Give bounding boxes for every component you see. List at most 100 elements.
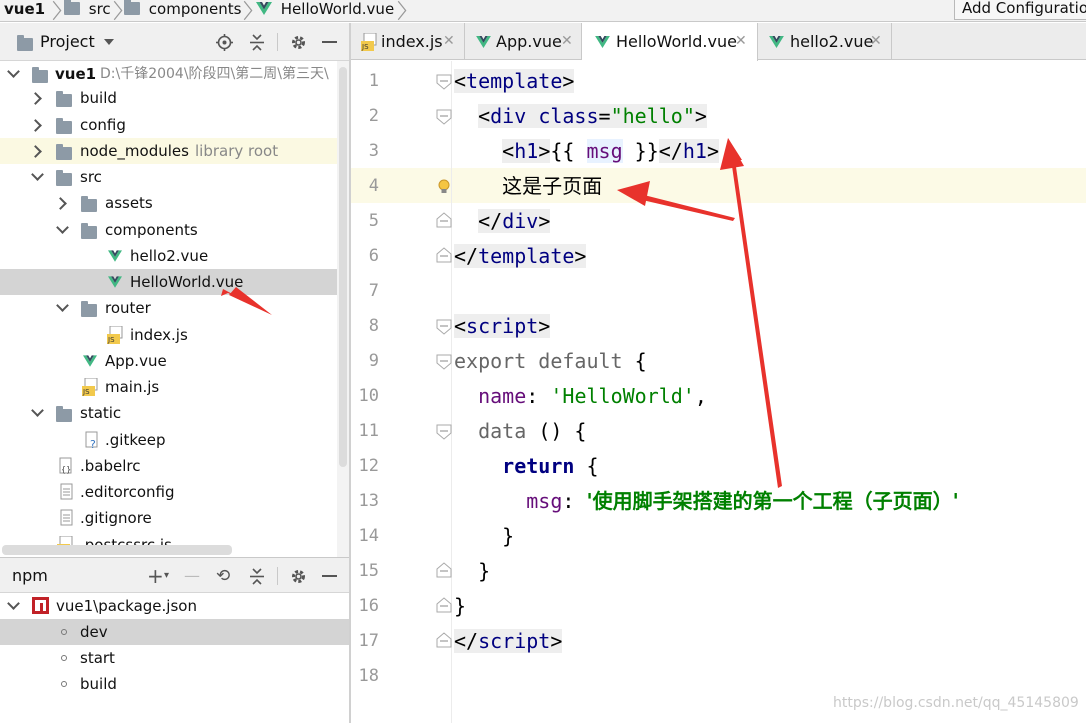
breadcrumb-item-vue1[interactable]: vue1 [4,0,45,21]
tree-item-label: assets [105,194,153,212]
npm-script-start[interactable]: start [0,645,349,671]
navigation-bar: vue1 src components HelloWorld.vue Add C… [0,0,1086,22]
fold-end-icon[interactable] [435,211,453,229]
add-configuration-button[interactable]: Add Configuratio [954,0,1086,20]
tree-row-hello2-vue[interactable]: hello2.vue [0,243,337,269]
code-token: h1 [682,139,707,163]
breadcrumb-item-src[interactable]: src [64,0,111,21]
folder-icon [81,196,97,212]
editor-tab-bar: JS index.js ✕ App.vue ✕ HelloWorld.vue ✕… [351,23,1086,61]
fold-collapse-icon[interactable] [435,318,453,336]
fold-collapse-icon[interactable] [435,108,453,126]
chevron-right-icon[interactable] [29,145,42,158]
code-editor[interactable]: 1 2 3 4 5 6 7 8 9 10 11 12 13 14 15 16 1… [351,61,1086,723]
tab-index-js[interactable]: JS index.js ✕ [351,23,465,60]
tree-row-gitkeep[interactable]: ? .gitkeep [0,427,337,453]
code-token: default [538,349,623,373]
add-icon[interactable]: + [147,558,164,594]
tab-hello2-vue[interactable]: hello2.vue ✕ [758,23,892,60]
breadcrumb-separator-icon [243,0,253,21]
code-line-5: </div> [478,209,551,233]
npm-script-dev[interactable]: dev [0,619,349,645]
fold-collapse-icon[interactable] [435,73,453,91]
tree-row-components[interactable]: components [0,217,337,243]
project-panel-title[interactable]: Project [40,23,95,61]
chevron-down-icon[interactable] [31,404,44,417]
text-file-icon [60,483,73,500]
svg-text:{}: {} [61,465,71,474]
folder-icon [64,0,80,15]
collapse-all-icon[interactable] [249,568,265,585]
dropdown-arrow-icon[interactable]: ▾ [164,558,169,594]
locate-file-icon[interactable] [216,34,233,51]
collapse-all-icon[interactable] [249,34,265,51]
chevron-right-icon[interactable] [29,119,42,132]
tree-root-label: vue1 [55,65,97,83]
breadcrumb-item-helloworld[interactable]: HelloWorld.vue [256,0,394,21]
code-line-6: </template> [454,244,587,268]
tree-row-babelrc[interactable]: {} .babelrc [0,453,337,479]
tree-item-label: .gitignore [80,509,152,527]
fold-end-icon[interactable] [435,596,453,614]
tree-row-main-js[interactable]: JS main.js [0,374,337,400]
chevron-right-icon[interactable] [54,197,67,210]
tree-row-router[interactable]: router [0,295,337,321]
dropdown-arrow-icon[interactable] [104,39,114,45]
code-line-3: <h1>{{ msg }}</h1> [502,139,719,163]
breadcrumb-item-components[interactable]: components [124,0,241,21]
npm-panel-header: npm + ▾ — ⟲ [0,557,349,593]
close-icon[interactable]: ✕ [870,23,882,60]
tree-row-node-modules[interactable]: node_modules library root [0,138,337,164]
npm-package-row[interactable]: vue1\package.json [0,593,349,619]
fold-end-icon[interactable] [435,246,453,264]
line-number: 5 [368,211,379,231]
folder-icon [56,91,72,107]
tab-helloworld-vue[interactable]: HelloWorld.vue ✕ [582,23,758,61]
tree-row-editorconfig[interactable]: .editorconfig [0,479,337,505]
close-icon[interactable]: ✕ [561,23,573,60]
tab-app-vue[interactable]: App.vue ✕ [465,23,582,60]
tree-row-assets[interactable]: assets [0,190,337,216]
project-folder-icon [17,35,33,51]
chevron-down-icon[interactable] [56,299,69,312]
lightbulb-icon[interactable] [435,178,453,196]
close-icon[interactable]: ✕ [443,23,455,60]
fold-end-icon[interactable] [435,631,453,649]
chevron-right-icon[interactable] [29,92,42,105]
toolbar-divider [277,567,278,585]
code-line-12: return { [502,454,599,478]
library-root-note: library root [195,142,279,160]
line-number: 11 [358,421,379,441]
tree-row-gitignore[interactable]: .gitignore [0,505,337,531]
close-icon[interactable]: ✕ [735,23,747,60]
chevron-down-icon[interactable] [56,221,69,234]
tree-row-src[interactable]: src [0,164,337,190]
refresh-icon[interactable]: ⟲ [216,558,230,594]
code-token: data [478,419,527,443]
fold-end-icon[interactable] [435,561,453,579]
code-token: h1 [514,139,539,163]
horizontal-scrollbar[interactable] [2,545,232,555]
scrollbar-thumb[interactable] [339,67,347,467]
minimize-icon[interactable] [322,575,337,577]
chevron-down-icon[interactable] [7,597,20,610]
npm-script-build[interactable]: build [0,671,349,697]
code-token: 'HelloWorld' [550,384,695,408]
fold-collapse-icon[interactable] [435,423,453,441]
tree-row-build[interactable]: build [0,85,337,111]
tree-row-helloworld-vue[interactable]: HelloWorld.vue [0,269,337,295]
gear-icon[interactable] [290,34,307,51]
chevron-down-icon[interactable] [31,168,44,181]
tree-row-static[interactable]: static [0,400,337,426]
tree-row-app-vue[interactable]: App.vue [0,348,337,374]
minimize-icon[interactable] [322,41,337,43]
vertical-scrollbar[interactable] [337,61,349,557]
fold-collapse-icon[interactable] [435,353,453,371]
tree-row-root[interactable]: vue1 D:\千锋2004\阶段四\第二周\第三天\ [0,61,337,87]
chevron-down-icon[interactable] [7,65,20,78]
code-token: "hello" [610,104,695,128]
tree-row-config[interactable]: config [0,112,337,138]
folder-icon [56,144,72,160]
gear-icon[interactable] [290,568,307,585]
tree-row-index-js[interactable]: JS index.js [0,322,337,348]
